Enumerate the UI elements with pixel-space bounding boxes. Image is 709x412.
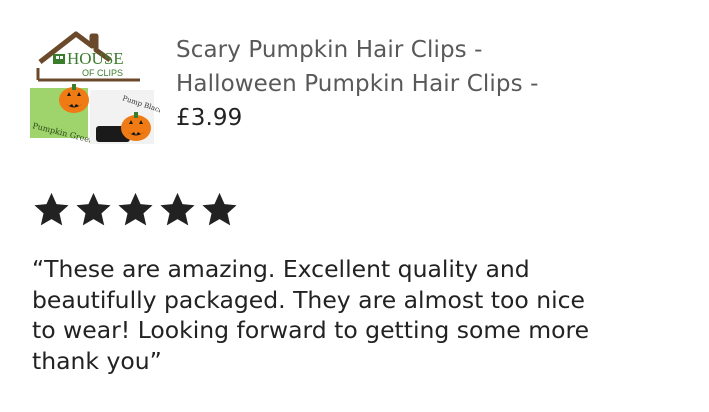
review-line-2: beautifully packaged. They are almost to… <box>32 285 586 314</box>
product-price: £3.99 <box>176 105 243 131</box>
product-thumbnail[interactable]: HOUSE OF CLIPS Pumpkin Green Pump Black <box>30 28 160 146</box>
product-title-line-2[interactable]: Halloween Pumpkin Hair Clips - <box>176 67 538 101</box>
star-icon <box>32 190 71 229</box>
product-image: HOUSE OF CLIPS Pumpkin Green Pump Black <box>30 31 160 145</box>
star-icon <box>158 190 197 229</box>
product-title-line-1[interactable]: Scary Pumpkin Hair Clips - <box>176 33 538 67</box>
product-summary: HOUSE OF CLIPS Pumpkin Green Pump Black <box>30 28 538 146</box>
review-line-3: to wear! Looking forward to getting some… <box>32 316 590 344</box>
star-icon <box>74 190 113 229</box>
star-icon <box>200 190 239 229</box>
review-text: “These are amazing. Excellent quality an… <box>32 254 708 376</box>
product-info: Scary Pumpkin Hair Clips - Halloween Pum… <box>176 33 538 135</box>
review-line-1: “These are amazing. Excellent quality an… <box>32 255 530 283</box>
brand-line-2: OF CLIPS <box>82 68 123 78</box>
review-line-4: thank you” <box>32 346 162 375</box>
brand-line-1: HOUSE <box>67 49 124 68</box>
star-rating <box>32 190 239 229</box>
star-icon <box>116 190 155 229</box>
